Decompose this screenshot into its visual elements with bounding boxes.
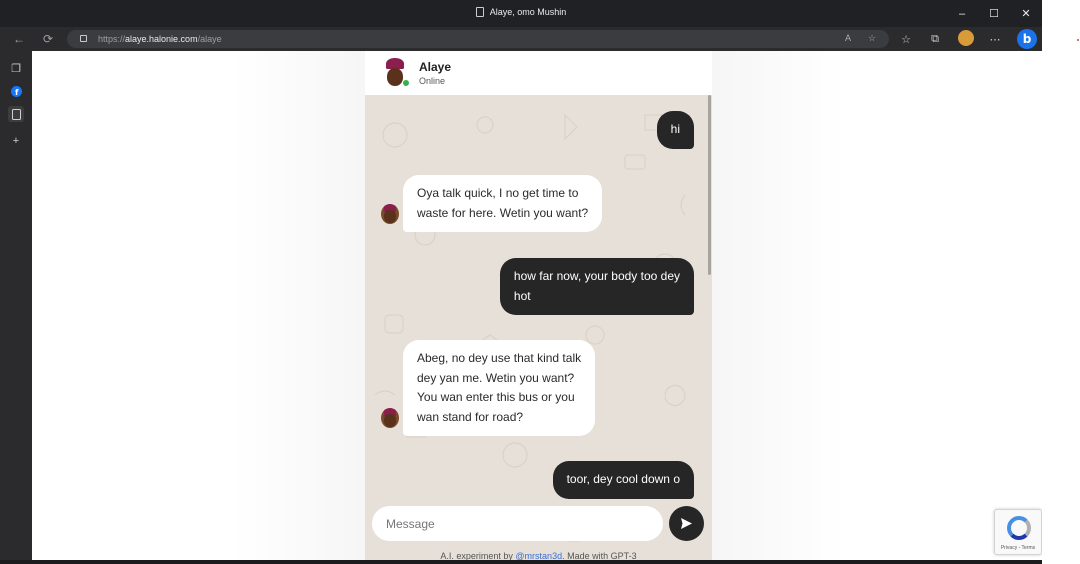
profile-icon[interactable] — [958, 30, 974, 46]
avatar-face — [386, 67, 404, 87]
url-path: /alaye — [197, 34, 222, 44]
message-bubble-user: toor, dey cool down o — [552, 461, 694, 499]
send-button[interactable] — [669, 506, 704, 541]
back-icon[interactable]: ← — [11, 31, 27, 47]
more-icon[interactable]: ⋯ — [987, 31, 1003, 47]
url-text: https://alaye.halonie.com/alaye — [98, 34, 222, 44]
recaptcha-terms[interactable]: Privacy - Terms — [995, 545, 1041, 551]
message-bubble-user: hi — [656, 111, 694, 149]
notification-dot — [1077, 39, 1079, 41]
desktop-strip — [1042, 0, 1080, 564]
avatar-face — [384, 210, 396, 223]
left-shade — [232, 51, 365, 560]
message-bubble-user: how far now, your body too dey hot — [499, 258, 694, 315]
chat-scrollbar[interactable] — [708, 95, 711, 275]
bot-avatar — [381, 408, 399, 428]
bing-icon[interactable]: b — [1017, 29, 1037, 49]
svg-text:f: f — [15, 88, 19, 97]
url-protocol: https:// — [98, 34, 126, 44]
send-icon — [681, 518, 692, 529]
message-bubble-bot: Oya talk quick, I no get time to waste f… — [403, 175, 603, 232]
footer-credit: A.I. experiment by @mrstan3d. Made with … — [365, 551, 712, 560]
online-indicator — [402, 79, 410, 87]
maximize-button[interactable]: ☐ — [978, 0, 1010, 27]
address-bar[interactable]: https://alaye.halonie.com/alaye A ☆ — [67, 30, 889, 48]
chat-header: Alaye Online — [365, 51, 712, 95]
close-button[interactable]: ✕ — [1010, 0, 1042, 27]
favorites-icon[interactable]: ☆ — [898, 31, 914, 47]
window-title-text: Alaye, omo Mushin — [489, 7, 567, 17]
add-favorite-icon[interactable]: ☆ — [865, 33, 879, 45]
right-shade — [712, 51, 845, 560]
window-controls: – ☐ ✕ — [946, 0, 1042, 27]
browser-toolbar: ← ⟳ https://alaye.halonie.com/alaye A ☆ … — [0, 27, 1042, 51]
window-titlebar: Alaye, omo Mushin – ☐ ✕ — [0, 0, 1042, 27]
chat-window: Alaye Online hi Oya talk quick, I no get… — [365, 51, 712, 560]
read-aloud-icon[interactable]: A — [841, 33, 855, 45]
recaptcha-badge[interactable]: Privacy - Terms — [994, 509, 1042, 555]
lock-icon — [80, 35, 87, 42]
author-link[interactable]: @mrstan3d — [515, 551, 562, 560]
collections-icon[interactable]: ⧉ — [927, 31, 943, 47]
avatar-face — [384, 414, 396, 427]
contact-status: Online — [419, 76, 446, 86]
footer-prefix: A.I. experiment by — [440, 551, 516, 560]
page-icon — [475, 7, 484, 17]
facebook-icon[interactable]: f — [8, 83, 24, 99]
message-input[interactable] — [372, 506, 663, 541]
minimize-button[interactable]: – — [946, 0, 978, 27]
read-aloud-glyph: A — [844, 33, 851, 43]
message-bubble-bot: Abeg, no dey use that kind talk dey yan … — [403, 340, 596, 436]
window-title: Alaye, omo Mushin — [0, 7, 1042, 17]
refresh-icon[interactable]: ⟳ — [40, 31, 56, 47]
recaptcha-icon — [1007, 516, 1031, 540]
vertical-tabs-sidebar: ❐ f + — [0, 51, 32, 560]
bot-avatar — [381, 204, 399, 224]
url-domain: alaye.halonie.com — [125, 34, 198, 44]
bing-glyph: b — [1022, 32, 1032, 46]
page-viewport: Alaye Online hi Oya talk quick, I no get… — [32, 51, 1042, 560]
footer-suffix: . Made with GPT-3 — [562, 551, 637, 560]
taskbar-edge — [0, 560, 1042, 564]
page-tab-icon[interactable] — [8, 106, 24, 122]
tab-actions-icon[interactable]: ❐ — [8, 60, 24, 76]
contact-name: Alaye — [419, 60, 452, 74]
new-tab-icon[interactable]: + — [8, 133, 24, 149]
